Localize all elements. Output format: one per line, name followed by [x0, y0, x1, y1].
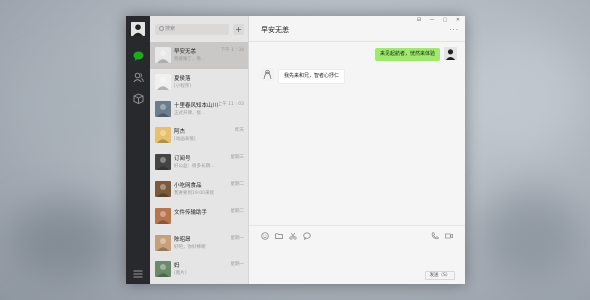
- video-icon[interactable]: [445, 232, 453, 240]
- chat-name: 阿杰: [174, 129, 186, 136]
- my-avatar-image: [131, 22, 145, 36]
- chat-preview: 我要睡了，晚…: [174, 57, 206, 62]
- contact-avatar: [155, 234, 171, 251]
- contact-avatar: [155, 261, 171, 278]
- chat-list-item[interactable]: 阿杰 昨天 [动画表情]: [150, 122, 248, 149]
- contact-avatar: [155, 154, 171, 171]
- chat-history-icon[interactable]: [303, 232, 311, 240]
- contact-message-avatar[interactable]: [261, 68, 274, 81]
- chat-list-item[interactable]: 夏侯落 [小程序]: [150, 69, 248, 96]
- chat-time: 上午 11 : 03: [217, 101, 244, 107]
- nav-rail: [126, 16, 150, 284]
- menu-icon[interactable]: [132, 268, 144, 280]
- chat-list-item[interactable]: 小吃网食品 星期二我要要到19:00来接: [150, 176, 248, 203]
- chat-preview: [动画表情]: [174, 137, 196, 143]
- chat-time: 星期二: [230, 181, 245, 187]
- message-bubble-outgoing[interactable]: 来见起航者，恍然来体验: [374, 48, 440, 61]
- contacts-icon[interactable]: [132, 71, 144, 83]
- window-controls: ⊟ — ▢ ✕: [416, 17, 461, 23]
- chat-list-item[interactable]: 文件传输助手 星期二: [150, 203, 248, 230]
- contact-avatar: [155, 207, 171, 224]
- phone-icon[interactable]: [431, 232, 439, 240]
- chat-list-item[interactable]: 十里春风知本山川 上午 11 : 03 正式开课，接…: [150, 96, 248, 123]
- contact-avatar: [155, 47, 171, 63]
- chat-preview: [图片]: [174, 271, 187, 277]
- chat-preview: 正式开课，接…: [174, 110, 206, 116]
- my-avatar[interactable]: [131, 22, 145, 36]
- chat-name: 小吃网食品: [174, 182, 202, 189]
- my-message-avatar[interactable]: [444, 47, 457, 60]
- chat-list-item[interactable]: 订阅号 星期三好公益：很多长期…: [150, 149, 248, 176]
- maximize-button[interactable]: ▢: [442, 17, 448, 23]
- start-group-chat-button[interactable]: +: [233, 24, 244, 35]
- folder-icon[interactable]: [275, 232, 283, 240]
- chat-name: 夏侯落: [174, 75, 191, 82]
- favorites-icon[interactable]: [132, 92, 144, 104]
- minimize-button[interactable]: —: [429, 17, 435, 23]
- contact-avatar: [155, 73, 171, 90]
- chat-name: 订阅号: [174, 156, 191, 163]
- contact-avatar: [155, 100, 171, 117]
- chat-time: 昨天: [235, 128, 244, 134]
- pin-button[interactable]: ⊟: [416, 17, 422, 23]
- call-toolbar: [431, 232, 453, 240]
- message-bubble-incoming[interactable]: 我先来和兄，智者心抒仁: [278, 69, 346, 84]
- chat-name: 文件传输助手: [174, 209, 208, 216]
- input-toolbar: [261, 232, 311, 240]
- chat-list-item[interactable]: 妈 星期一 [图片]: [150, 256, 248, 283]
- scissors-icon[interactable]: [289, 232, 297, 240]
- conversation-title: 早安无恙: [261, 26, 289, 34]
- chat-icon[interactable]: [132, 50, 144, 62]
- conversation-header: 早安无恙 ⊟ — ▢ ✕ ···: [249, 16, 465, 42]
- more-options-button[interactable]: ···: [449, 26, 459, 34]
- chat-list-item[interactable]: 陈昭昂 星期一好吧，你好棒啊: [150, 230, 248, 257]
- search-row: 搜索 +: [150, 16, 248, 42]
- chat-preview: [小程序]: [174, 83, 192, 89]
- chat-name: 早安无恙: [174, 49, 197, 55]
- message-input-area[interactable]: 发送（S）: [249, 225, 465, 284]
- chat-name: 陈昭昂: [174, 236, 191, 243]
- emoji-icon[interactable]: [261, 232, 269, 240]
- chat-time: 下午 1 : 34: [220, 48, 244, 53]
- message-outgoing: 来见起航者，恍然来体验: [374, 47, 457, 61]
- chat-time: 星期一: [230, 262, 245, 268]
- chat-time: 星期一: [230, 235, 245, 241]
- chat-name: 妈: [174, 263, 180, 270]
- chat-preview: 好吧，你好棒啊: [174, 244, 206, 250]
- contact-avatar: [155, 180, 171, 197]
- search-placeholder: 搜索: [165, 26, 176, 32]
- chat-time: 星期二: [230, 208, 245, 214]
- send-button[interactable]: 发送（S）: [425, 271, 455, 280]
- chat-name: 十里春风知本山川: [174, 102, 219, 109]
- chat-list: 搜索 + 早安无恙 下午 1 : 34 我要睡了，晚… 夏侯落 [小程序] 十里春风知本山…: [150, 16, 249, 284]
- chat-time: 星期三: [230, 155, 245, 161]
- chat-preview: 我要要到19:00来接: [174, 190, 214, 196]
- search-input[interactable]: 搜索: [155, 24, 229, 35]
- search-icon: [159, 25, 164, 31]
- chat-preview: 好公益：很多长期…: [174, 164, 215, 170]
- chat-list-item[interactable]: 土豆: [150, 283, 248, 284]
- close-button[interactable]: ✕: [455, 17, 461, 23]
- message-incoming: 我先来和兄，智者心抒仁: [261, 68, 346, 84]
- conversation-pane: 早安无恙 ⊟ — ▢ ✕ ··· 来见起航者，恍然来体验 我先来和兄，智者心抒仁: [249, 16, 465, 284]
- wechat-window: 搜索 + 早安无恙 下午 1 : 34 我要睡了，晚… 夏侯落 [小程序] 十里春风知本山…: [126, 16, 465, 284]
- contact-avatar: [155, 127, 171, 144]
- chat-list-item[interactable]: 早安无恙 下午 1 : 34 我要睡了，晚…: [150, 42, 248, 69]
- chat-items: 早安无恙 下午 1 : 34 我要睡了，晚… 夏侯落 [小程序] 十里春风知本山川 上午 1…: [150, 42, 248, 284]
